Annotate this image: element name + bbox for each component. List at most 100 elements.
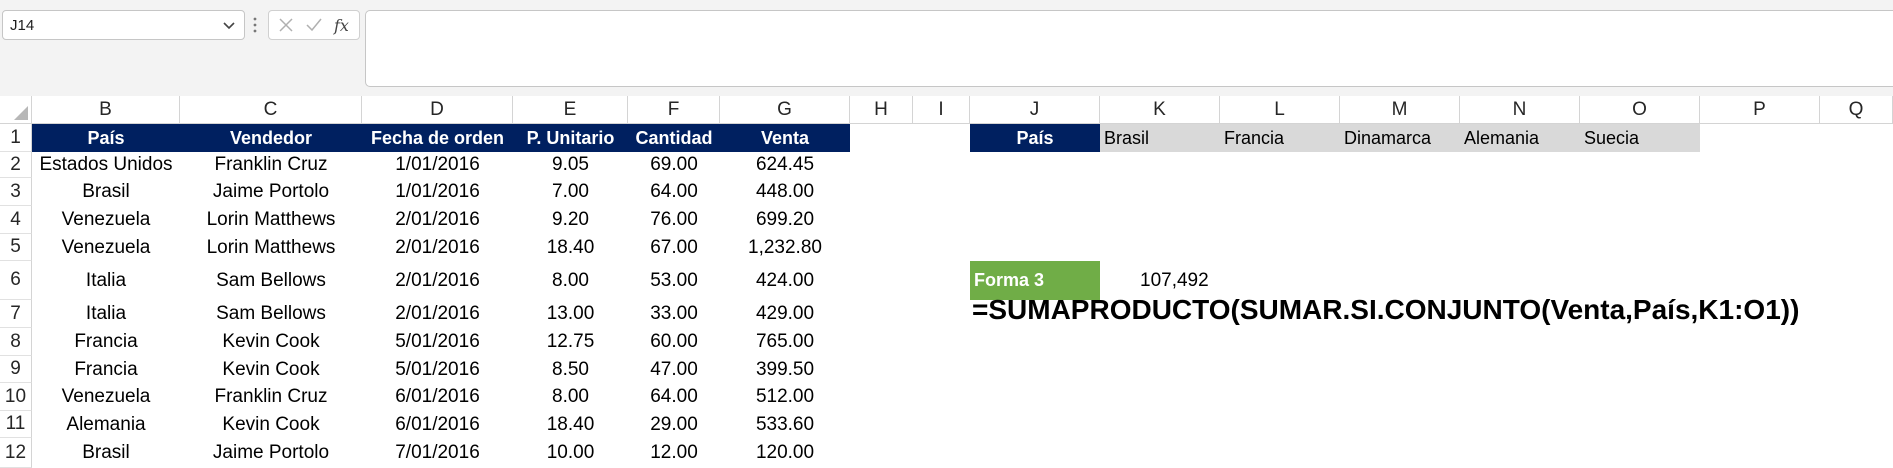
table-cell[interactable]: Lorin Matthews [180, 206, 362, 234]
table-cell[interactable]: 53.00 [628, 261, 720, 300]
criteria-country-cell[interactable]: Francia [1220, 124, 1340, 152]
table-cell[interactable]: 2/01/2016 [362, 300, 513, 328]
row-header-5[interactable]: 5 [0, 234, 32, 261]
table-cell[interactable]: 8.50 [513, 356, 628, 383]
x-icon[interactable] [278, 17, 294, 33]
table-cell[interactable]: Lorin Matthews [180, 234, 362, 261]
table-cell[interactable]: Franklin Cruz [180, 152, 362, 178]
column-header-i[interactable]: I [913, 96, 970, 124]
table-cell[interactable]: 67.00 [628, 234, 720, 261]
table-cell[interactable]: 12.75 [513, 328, 628, 356]
column-header-p[interactable]: P [1700, 96, 1820, 124]
criteria-label-cell[interactable]: País [970, 124, 1100, 152]
table-cell[interactable]: Kevin Cook [180, 328, 362, 356]
table-cell[interactable]: 624.45 [720, 152, 850, 178]
row-header-10[interactable]: 10 [0, 383, 32, 411]
table-cell[interactable]: Estados Unidos [32, 152, 180, 178]
table-cell[interactable]: 13.00 [513, 300, 628, 328]
checkmark-icon[interactable] [305, 17, 323, 33]
criteria-country-cell[interactable]: Brasil [1100, 124, 1220, 152]
column-header-c[interactable]: C [180, 96, 362, 124]
select-all-button[interactable] [0, 96, 32, 124]
criteria-country-cell[interactable]: Dinamarca [1340, 124, 1460, 152]
table-cell[interactable]: 7.00 [513, 178, 628, 206]
column-header-j[interactable]: J [970, 96, 1100, 124]
vertical-ellipsis-icon[interactable] [252, 16, 258, 34]
column-header-g[interactable]: G [720, 96, 850, 124]
column-header-m[interactable]: M [1340, 96, 1460, 124]
table-cell[interactable]: Venezuela [32, 383, 180, 411]
table-header-b[interactable]: País [32, 124, 180, 152]
column-header-b[interactable]: B [32, 96, 180, 124]
column-header-k[interactable]: K [1100, 96, 1220, 124]
table-cell[interactable]: 5/01/2016 [362, 356, 513, 383]
table-cell[interactable]: 1/01/2016 [362, 178, 513, 206]
table-cell[interactable]: Brasil [32, 438, 180, 468]
table-cell[interactable]: 18.40 [513, 411, 628, 438]
table-cell[interactable]: Italia [32, 300, 180, 328]
table-cell[interactable]: 10.00 [513, 438, 628, 468]
table-cell[interactable]: Venezuela [32, 234, 180, 261]
table-cell[interactable]: 1,232.80 [720, 234, 850, 261]
table-cell[interactable]: 120.00 [720, 438, 850, 468]
table-cell[interactable]: Jaime Portolo [180, 438, 362, 468]
row-header-12[interactable]: 12 [0, 438, 32, 468]
table-cell[interactable]: 29.00 [628, 411, 720, 438]
fx-icon[interactable]: fx [333, 17, 355, 35]
table-cell[interactable]: Kevin Cook [180, 411, 362, 438]
table-cell[interactable]: Sam Bellows [180, 300, 362, 328]
table-cell[interactable]: 9.20 [513, 206, 628, 234]
row-header-2[interactable]: 2 [0, 152, 32, 178]
table-cell[interactable]: 8.00 [513, 261, 628, 300]
row-header-3[interactable]: 3 [0, 178, 32, 206]
table-cell[interactable]: 6/01/2016 [362, 411, 513, 438]
table-header-e[interactable]: P. Unitario [513, 124, 628, 152]
table-cell[interactable]: 5/01/2016 [362, 328, 513, 356]
table-cell[interactable]: Francia [32, 356, 180, 383]
table-cell[interactable]: Franklin Cruz [180, 383, 362, 411]
formula-input[interactable] [365, 10, 1893, 87]
table-cell[interactable]: Jaime Portolo [180, 178, 362, 206]
table-cell[interactable]: 60.00 [628, 328, 720, 356]
name-box[interactable]: J14 [2, 10, 245, 40]
table-header-f[interactable]: Cantidad [628, 124, 720, 152]
table-cell[interactable]: 64.00 [628, 178, 720, 206]
row-header-8[interactable]: 8 [0, 328, 32, 356]
row-header-4[interactable]: 4 [0, 206, 32, 234]
column-header-n[interactable]: N [1460, 96, 1580, 124]
table-cell[interactable]: 2/01/2016 [362, 261, 513, 300]
row-header-9[interactable]: 9 [0, 356, 32, 383]
table-cell[interactable]: 7/01/2016 [362, 438, 513, 468]
column-header-o[interactable]: O [1580, 96, 1700, 124]
table-cell[interactable]: 6/01/2016 [362, 383, 513, 411]
table-cell[interactable]: 699.20 [720, 206, 850, 234]
table-cell[interactable]: 64.00 [628, 383, 720, 411]
table-header-d[interactable]: Fecha de orden [362, 124, 513, 152]
table-cell[interactable]: 399.50 [720, 356, 850, 383]
table-cell[interactable]: 448.00 [720, 178, 850, 206]
row-header-11[interactable]: 11 [0, 411, 32, 438]
table-header-g[interactable]: Venta [720, 124, 850, 152]
table-cell[interactable]: 429.00 [720, 300, 850, 328]
table-cell[interactable]: Alemania [32, 411, 180, 438]
chevron-down-icon[interactable] [221, 17, 237, 33]
table-cell[interactable]: 2/01/2016 [362, 206, 513, 234]
table-cell[interactable]: 47.00 [628, 356, 720, 383]
criteria-country-cell[interactable]: Suecia [1580, 124, 1700, 152]
table-cell[interactable]: 2/01/2016 [362, 234, 513, 261]
table-cell[interactable]: 512.00 [720, 383, 850, 411]
table-cell[interactable]: 424.00 [720, 261, 850, 300]
column-header-d[interactable]: D [362, 96, 513, 124]
table-cell[interactable]: Sam Bellows [180, 261, 362, 300]
table-cell[interactable]: 1/01/2016 [362, 152, 513, 178]
column-header-q[interactable]: Q [1820, 96, 1893, 124]
column-header-e[interactable]: E [513, 96, 628, 124]
table-cell[interactable]: 33.00 [628, 300, 720, 328]
table-cell[interactable]: 765.00 [720, 328, 850, 356]
table-cell[interactable]: 12.00 [628, 438, 720, 468]
table-header-c[interactable]: Vendedor [180, 124, 362, 152]
column-header-l[interactable]: L [1220, 96, 1340, 124]
table-cell[interactable]: 8.00 [513, 383, 628, 411]
table-cell[interactable]: Kevin Cook [180, 356, 362, 383]
column-header-h[interactable]: H [850, 96, 913, 124]
